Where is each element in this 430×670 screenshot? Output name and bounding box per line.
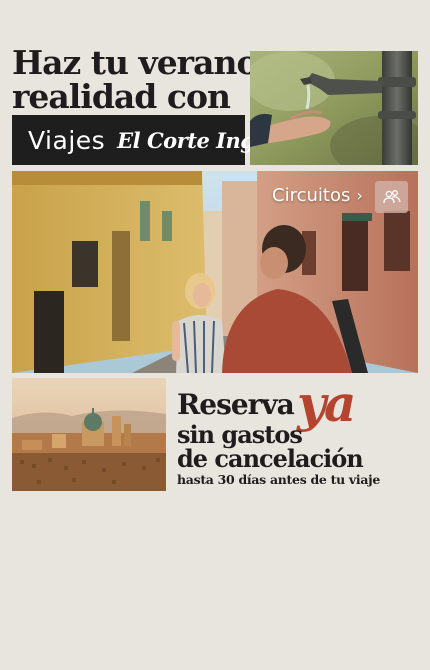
fountain-photo xyxy=(250,51,418,165)
people-icon[interactable] xyxy=(375,181,408,213)
headline-line-2: realidad con xyxy=(12,77,231,116)
promo-line-3: de cancelación xyxy=(177,444,364,473)
promo-reserva: Reserva xyxy=(177,388,295,421)
chevron-right-icon: › xyxy=(356,186,363,205)
promo-line-4: hasta 30 días antes de tu viaje xyxy=(177,472,381,487)
circuitos-link[interactable]: Circuitos › xyxy=(272,185,363,206)
ad-banner[interactable]: Haz tu verano realidad con Viajes El Cor… xyxy=(0,0,430,670)
city-photo xyxy=(12,378,166,491)
circuitos-label: Circuitos xyxy=(272,185,351,206)
promo-ya: ya xyxy=(297,374,356,433)
brand-logo[interactable]: Viajes El Corte Inglés xyxy=(12,115,287,165)
headline-line-1: Haz tu verano xyxy=(12,43,258,82)
headline: Haz tu verano realidad con xyxy=(12,43,258,116)
brand-name: Viajes xyxy=(28,125,106,155)
